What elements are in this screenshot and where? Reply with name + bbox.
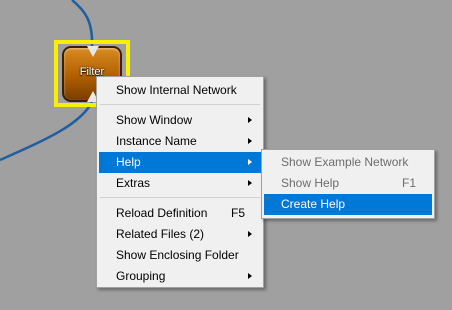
help-submenu: Show Example Network Show Help F1 Create… bbox=[261, 149, 435, 219]
context-menu: Show Internal Network Show Window Instan… bbox=[96, 76, 264, 288]
submenu-arrow-icon bbox=[248, 273, 252, 279]
menu-item-label: Create Help bbox=[281, 197, 346, 211]
menu-item-label: Show Window bbox=[116, 113, 193, 127]
menu-item-related-files[interactable]: Related Files (2) bbox=[99, 224, 261, 245]
menu-item-label: Help bbox=[116, 155, 141, 169]
menu-item-label: Show Example Network bbox=[281, 155, 409, 169]
menu-item-label: Show Internal Network bbox=[116, 83, 237, 97]
menu-item-label: Show Help bbox=[281, 176, 340, 190]
input-port-icon[interactable] bbox=[87, 46, 99, 57]
submenu-arrow-icon bbox=[248, 138, 252, 144]
menu-item-shortcut: F5 bbox=[230, 206, 245, 220]
submenu-item-create-help[interactable]: Create Help bbox=[264, 194, 432, 215]
menu-item-instance-name[interactable]: Instance Name bbox=[99, 131, 261, 152]
menu-item-label: Instance Name bbox=[116, 134, 197, 148]
submenu-item-show-example-network[interactable]: Show Example Network bbox=[264, 152, 432, 173]
output-wire[interactable] bbox=[0, 101, 94, 162]
submenu-arrow-icon bbox=[248, 231, 252, 237]
menu-item-help[interactable]: Help bbox=[99, 152, 261, 173]
menu-item-shortcut: F1 bbox=[401, 176, 416, 190]
menu-item-label: Extras bbox=[116, 176, 151, 190]
menu-separator bbox=[100, 197, 260, 198]
submenu-arrow-icon bbox=[248, 180, 252, 186]
menu-item-show-internal-network[interactable]: Show Internal Network bbox=[99, 80, 261, 101]
menu-item-grouping[interactable]: Grouping bbox=[99, 266, 261, 287]
menu-item-label: Related Files (2) bbox=[116, 227, 205, 241]
menu-separator bbox=[100, 104, 260, 105]
submenu-arrow-icon bbox=[248, 117, 252, 123]
menu-item-label: Reload Definition bbox=[116, 206, 208, 220]
menu-item-extras[interactable]: Extras bbox=[99, 173, 261, 194]
submenu-item-show-help[interactable]: Show Help F1 bbox=[264, 173, 432, 194]
menu-item-label: Grouping bbox=[116, 269, 166, 283]
menu-item-label: Show Enclosing Folder bbox=[116, 248, 239, 262]
menu-item-show-window[interactable]: Show Window bbox=[99, 110, 261, 131]
menu-item-show-enclosing-folder[interactable]: Show Enclosing Folder bbox=[99, 245, 261, 266]
submenu-arrow-icon bbox=[248, 159, 252, 165]
menu-item-reload-definition[interactable]: Reload Definition F5 bbox=[99, 203, 261, 224]
